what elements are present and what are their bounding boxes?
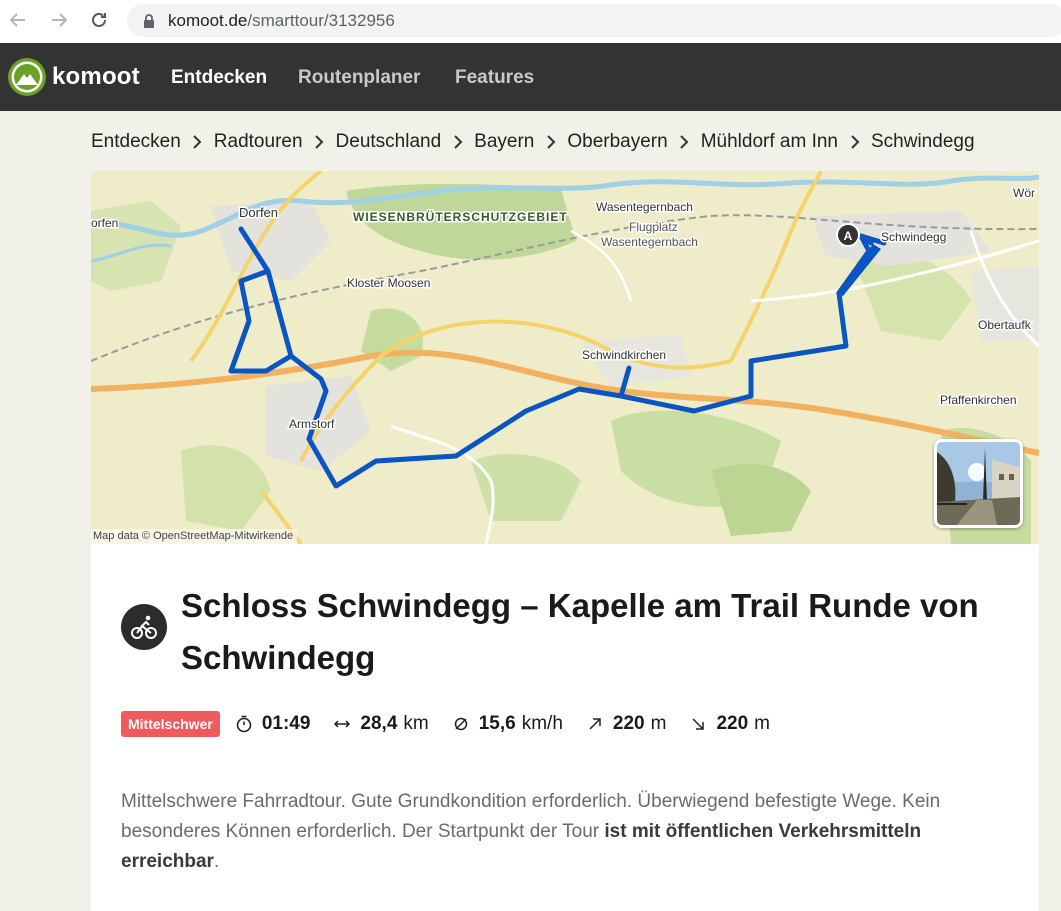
- arrow-right-icon: [52, 13, 68, 27]
- reload-icon: [92, 13, 106, 27]
- breadcrumb-item[interactable]: Entdecken: [91, 131, 181, 153]
- map-label-kloster-moosen: Kloster Moosen: [347, 276, 430, 290]
- distance-value: 28,4: [360, 713, 398, 734]
- tour-photo-thumbnail[interactable]: [934, 439, 1023, 528]
- descent-unit: m: [754, 713, 770, 734]
- description-end: .: [213, 851, 220, 872]
- site-header: komoot Entdecken Routenplaner Features: [0, 43, 1061, 111]
- tour-map[interactable]: A Dorfen orfen WIESENBRÜTERSCHUTZGEBIET …: [91, 171, 1039, 544]
- map-label-wasentegernbach: Wasentegernbach: [596, 200, 693, 214]
- ascent-stat: 220 m: [585, 713, 667, 735]
- chevron-right-icon: [181, 129, 214, 155]
- komoot-logo-icon[interactable]: [7, 57, 47, 97]
- forward-button[interactable]: [47, 8, 71, 32]
- stopwatch-icon: [234, 714, 254, 734]
- descent-value: 220: [716, 713, 749, 734]
- tour-description: Mittelschwere Fahrradtour. Gute Grundkon…: [121, 787, 1001, 877]
- url-path: /smarttour/3132956: [247, 10, 395, 30]
- breadcrumb-item[interactable]: Mühldorf am Inn: [701, 131, 838, 153]
- speed-stat: 15,6 km/h: [451, 713, 563, 735]
- reload-button[interactable]: [87, 8, 111, 32]
- map-label-flugplatz: Flugplatz: [629, 220, 678, 234]
- map-label-dorfen-left: orfen: [91, 216, 118, 230]
- chevron-right-icon: [441, 129, 474, 155]
- duration-stat: 01:49: [234, 713, 311, 735]
- map-label-wiesenbrueterschutzgebiet: WIESENBRÜTERSCHUTZGEBIET: [353, 209, 568, 224]
- map-label-armstorf: Armstorf: [289, 417, 335, 431]
- breadcrumb-item[interactable]: Deutschland: [336, 131, 442, 153]
- chevron-right-icon: [838, 129, 871, 155]
- nav-routenplaner[interactable]: Routenplaner: [298, 67, 420, 89]
- photo-image: [937, 442, 1020, 525]
- arrow-up-right-icon: [585, 714, 605, 734]
- map-label-schwindkirchen: Schwindkirchen: [582, 348, 666, 362]
- back-button[interactable]: [6, 8, 30, 32]
- map-label-schwindegg: Schwindegg: [881, 230, 946, 244]
- browser-toolbar: komoot.de/smarttour/3132956: [0, 0, 1061, 43]
- arrow-left-icon: [9, 13, 25, 27]
- breadcrumb-item[interactable]: Oberbayern: [567, 131, 667, 153]
- url-text: komoot.de/smarttour/3132956: [168, 11, 395, 31]
- map-canvas: A Dorfen orfen WIESENBRÜTERSCHUTZGEBIET …: [91, 171, 1039, 544]
- duration-value: 01:49: [261, 713, 311, 734]
- distance-stat: 28,4 km: [332, 713, 429, 735]
- bike-sport-icon: [121, 604, 167, 650]
- distance-arrows-icon: [332, 714, 352, 734]
- chevron-right-icon: [668, 129, 701, 155]
- map-label-obertaufkirchen: Obertaufk: [978, 318, 1032, 332]
- tour-card: Schloss Schwindegg – Kapelle am Trail Ru…: [91, 544, 1039, 911]
- chevron-right-icon: [534, 129, 567, 155]
- breadcrumb: Entdecken Radtouren Deutschland Bayern O…: [91, 129, 975, 155]
- nav-entdecken[interactable]: Entdecken: [171, 67, 267, 89]
- speed-unit: km/h: [521, 713, 563, 734]
- start-marker-label: A: [844, 229, 853, 243]
- map-label-dorfen: Dorfen: [239, 205, 278, 220]
- arrow-down-right-icon: [688, 714, 708, 734]
- ascent-unit: m: [650, 713, 667, 734]
- average-speed-icon: [451, 714, 471, 734]
- lock-icon: [144, 13, 154, 28]
- map-label-pfaffenkirchen: Pfaffenkirchen: [940, 393, 1017, 407]
- tour-stats: Mittelschwer 01:49 28,4 km 15,6 km/h 220…: [121, 710, 792, 738]
- descent-stat: 220 m: [688, 713, 770, 735]
- chevron-right-icon: [303, 129, 336, 155]
- address-bar[interactable]: komoot.de/smarttour/3132956: [127, 4, 1061, 37]
- breadcrumb-item[interactable]: Schwindegg: [871, 131, 975, 153]
- tour-title: Schloss Schwindegg – Kapelle am Trail Ru…: [181, 587, 979, 676]
- map-label-woer: Wör: [1013, 186, 1035, 200]
- nav-features[interactable]: Features: [455, 67, 534, 89]
- breadcrumb-item[interactable]: Bayern: [474, 131, 534, 153]
- difficulty-badge: Mittelschwer: [121, 711, 220, 737]
- ascent-value: 220: [612, 713, 645, 734]
- map-attribution: Map data © OpenStreetMap-Mitwirkende: [91, 529, 298, 544]
- url-host: komoot.de: [168, 10, 248, 30]
- breadcrumb-item[interactable]: Radtouren: [214, 131, 303, 153]
- distance-unit: km: [403, 713, 429, 734]
- map-label-flugplatz-name: Wasentegernbach: [601, 235, 698, 249]
- speed-value: 15,6: [478, 713, 516, 734]
- brand-name[interactable]: komoot: [52, 63, 140, 91]
